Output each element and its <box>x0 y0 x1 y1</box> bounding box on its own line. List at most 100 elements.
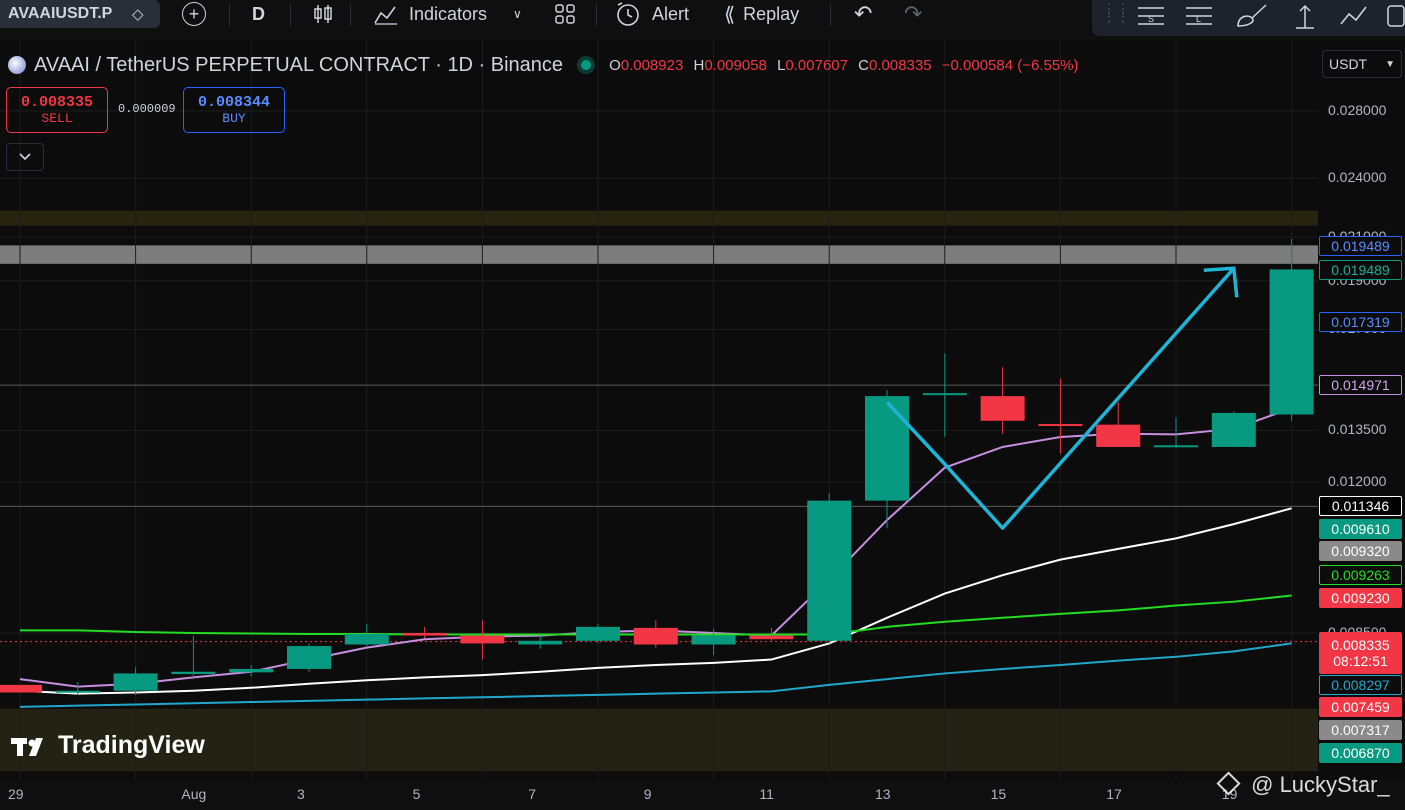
candle-body <box>807 500 852 641</box>
sell-button[interactable]: 0.008335 SELL <box>6 87 108 133</box>
price-label: 0.008335 08:12:51 <box>1319 632 1402 674</box>
watermark-text: @ LuckyStar_ <box>1251 772 1390 797</box>
chevron-down-icon: ▼ <box>1385 58 1395 70</box>
time-axis-label: 3 <box>297 786 305 802</box>
divider <box>596 4 597 26</box>
price-label: 0.006870 <box>1319 743 1402 763</box>
tradingview-logo[interactable]: TradingView <box>10 731 205 760</box>
price-zone <box>0 245 1318 264</box>
price-label: 0.008297 <box>1319 675 1402 695</box>
watermark: @ LuckyStar_ <box>1216 771 1390 798</box>
chevron-down-icon: ∨ <box>513 7 522 21</box>
candle-body <box>691 635 736 645</box>
candle-body <box>1269 269 1314 415</box>
coin-logo-icon <box>8 56 26 74</box>
brush-icon[interactable] <box>1234 2 1270 30</box>
candle-body <box>980 396 1025 421</box>
candle-body <box>229 668 274 673</box>
currency-select[interactable]: USDT ▼ <box>1322 50 1402 78</box>
moving-average-line <box>19 507 1292 695</box>
alert-button[interactable]: Alert <box>614 0 689 28</box>
low-value: 0.007607 <box>785 56 848 74</box>
candle-body <box>460 635 505 644</box>
time-axis-label: 11 <box>759 786 774 802</box>
indicators-icon <box>374 6 397 25</box>
buy-button[interactable]: 0.008344 BUY <box>183 87 285 133</box>
layouts-button[interactable] <box>554 0 576 28</box>
divider <box>229 4 230 26</box>
short-position-icon[interactable]: L <box>1184 2 1216 30</box>
trend-line-icon[interactable] <box>1338 2 1370 30</box>
open-value: 0.008923 <box>620 56 684 74</box>
buy-price: 0.008344 <box>197 94 270 111</box>
chart-legend: AVAAI / TetherUS PERPETUAL CONTRACT · 1D… <box>8 52 1079 78</box>
candle-body <box>55 690 100 693</box>
time-axis-label: Aug <box>181 786 207 802</box>
price-label: 0.009320 <box>1319 541 1402 561</box>
more-tools-icon[interactable] <box>1386 2 1405 30</box>
alarm-clock-icon <box>617 2 639 26</box>
redo-icon[interactable]: ↷ <box>904 0 922 28</box>
candle-body <box>633 627 678 645</box>
measure-icon[interactable] <box>1290 2 1320 32</box>
drag-handle-icon[interactable]: ⋮⋮ ⋮⋮ <box>1102 1 1130 23</box>
close-value: 0.008335 <box>869 56 932 74</box>
candle-body <box>1211 412 1256 447</box>
time-axis-label: 5 <box>412 786 421 802</box>
high-value: 0.009058 <box>704 56 767 74</box>
symbol-title[interactable]: AVAAI / TetherUS PERPETUAL CONTRACT · 1D… <box>34 54 563 77</box>
candle-body <box>749 635 794 640</box>
time-axis-label: 29 <box>8 786 24 802</box>
candle-body <box>518 640 563 645</box>
price-label: 0.019489 <box>1319 236 1402 256</box>
price-label: 0.007317 <box>1319 720 1402 740</box>
spread-value: 0.000009 <box>118 102 176 116</box>
undo-icon[interactable]: ↶ <box>854 0 872 28</box>
buy-label: BUY <box>222 111 246 126</box>
svg-text:L: L <box>1196 14 1201 24</box>
chart-pane[interactable] <box>0 40 1318 780</box>
chart-type-button[interactable] <box>312 0 334 28</box>
compare-button[interactable]: + <box>182 0 206 28</box>
price-label-value: 0.008335 <box>1331 637 1390 653</box>
currency-label: USDT <box>1329 56 1368 72</box>
alert-label: Alert <box>652 3 690 24</box>
grid-icon <box>555 4 575 24</box>
price-label: 0.007459 <box>1319 697 1402 717</box>
time-axis-label: 7 <box>528 786 536 802</box>
candle-body <box>576 626 620 641</box>
price-label: 0.009263 <box>1319 565 1402 585</box>
replay-label: Replay <box>743 3 800 24</box>
price-chart[interactable] <box>0 40 1318 780</box>
long-position-icon[interactable]: S <box>1136 2 1168 30</box>
bar-countdown: 08:12:51 <box>1333 653 1388 669</box>
candle-body <box>171 671 216 675</box>
logo-text: TradingView <box>58 731 205 759</box>
candle-body <box>865 396 909 501</box>
indicators-button[interactable]: Indicators ∨ <box>373 0 522 28</box>
interval-button[interactable]: D <box>252 0 265 28</box>
candle-body <box>922 393 967 396</box>
time-axis-label: 17 <box>1106 786 1122 802</box>
close-key: C <box>858 56 870 74</box>
time-axis-label: 13 <box>875 786 891 802</box>
chevron-down-icon <box>19 153 31 161</box>
symbol-label: AVAAIUSDT.P <box>8 5 113 22</box>
diamond-icon[interactable]: ◇ <box>132 5 144 23</box>
candle-body <box>287 646 331 669</box>
candle-body <box>344 634 389 645</box>
candle-body <box>113 673 158 691</box>
axis-tick-label: 0.024000 <box>1328 169 1387 186</box>
replay-button[interactable]: ⟪ Replay <box>724 0 799 28</box>
plus-circle-icon: + <box>182 2 206 26</box>
time-axis-label: 9 <box>643 786 652 802</box>
symbol-search[interactable]: AVAAIUSDT.P ◇ <box>0 0 160 28</box>
market-status-icon[interactable] <box>581 60 592 70</box>
rewind-icon: ⟪ <box>724 3 736 26</box>
divider <box>290 4 291 26</box>
collapse-legend-button[interactable] <box>6 143 44 171</box>
open-key: O <box>609 56 621 74</box>
price-label: 0.011346 <box>1319 496 1402 516</box>
candle-body <box>1154 445 1198 448</box>
candle-body <box>1038 423 1083 426</box>
